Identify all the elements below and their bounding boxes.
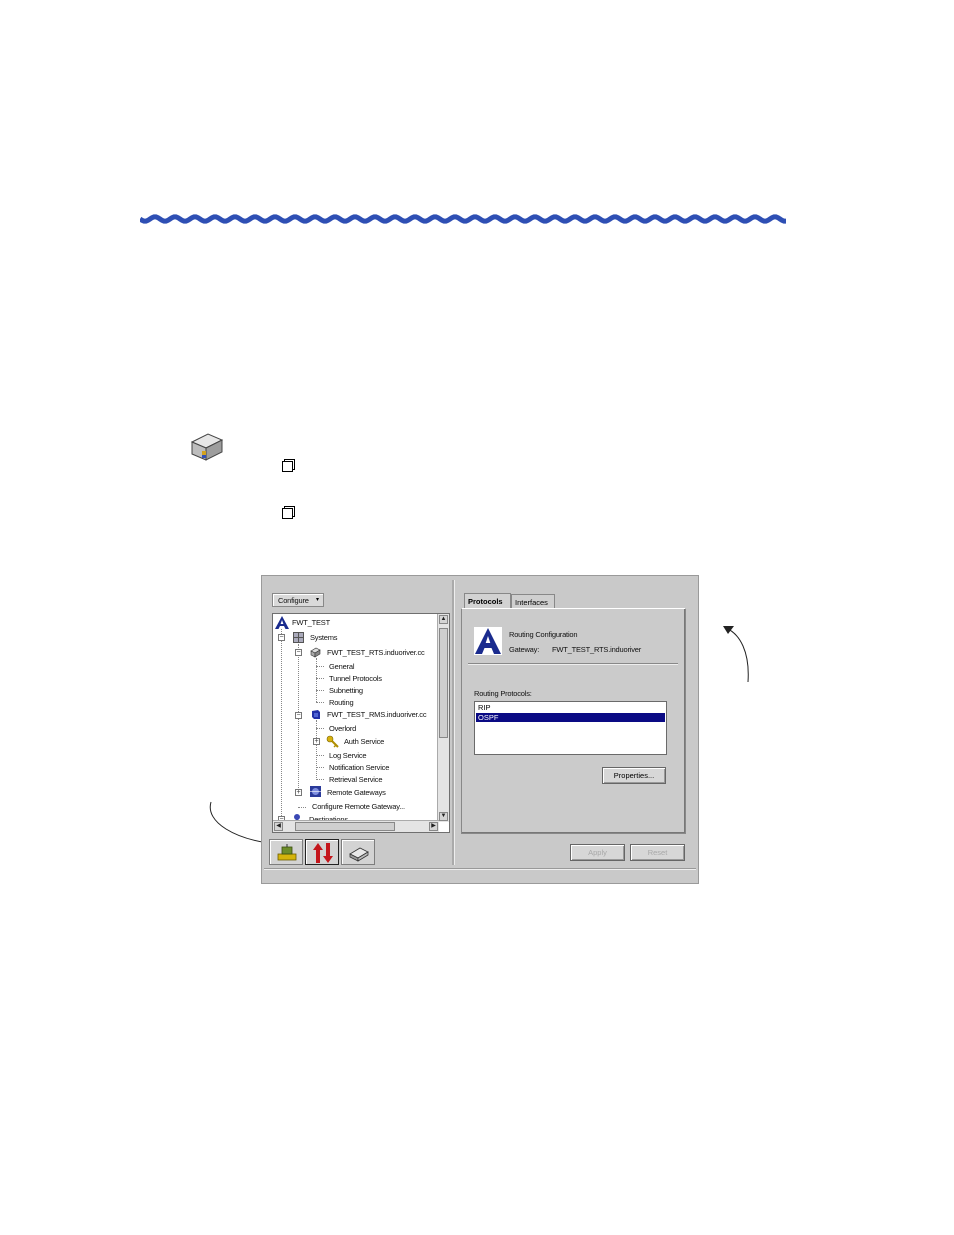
left-pane: Configure ▾ FWT_TEST − Systems − FWT_TES… <box>265 581 451 867</box>
screenshot-window: Configure ▾ FWT_TEST − Systems − FWT_TES… <box>261 575 699 884</box>
tab-label: Protocols <box>468 597 503 606</box>
gateway-label: Gateway: <box>509 645 540 654</box>
tree-item[interactable]: Subnetting <box>329 686 363 695</box>
reset-button[interactable]: Reset <box>630 844 685 861</box>
collapse-icon[interactable]: − <box>295 712 302 719</box>
wavy-rule <box>140 214 786 224</box>
server-icon <box>312 710 320 719</box>
gateway-margin-icon <box>190 433 224 461</box>
view-toolbar <box>269 839 383 867</box>
tree-item[interactable]: Routing <box>329 698 354 707</box>
gateway-icon <box>310 647 321 658</box>
tree-item[interactable]: Overlord <box>329 724 356 733</box>
tree-horizontal-scrollbar[interactable]: ◀ ▶ <box>273 820 439 832</box>
keys-icon <box>326 735 339 748</box>
collapse-icon[interactable]: − <box>278 634 285 641</box>
collapse-icon[interactable]: − <box>295 649 302 656</box>
tab-label: Interfaces <box>515 598 548 607</box>
list-item-selected[interactable]: OSPF <box>476 713 665 722</box>
tree-item[interactable]: General <box>329 662 354 671</box>
book-tool-button[interactable] <box>341 839 375 865</box>
expand-icon[interactable]: + <box>295 789 302 796</box>
traffic-tool-button[interactable] <box>305 839 339 865</box>
book-icon <box>349 847 369 862</box>
tree-item[interactable]: Configure Remote Gateway... <box>312 802 405 811</box>
expand-icon[interactable]: + <box>313 738 320 745</box>
tree-vertical-scrollbar[interactable]: ▲ ▼ <box>437 614 449 822</box>
status-bar <box>264 868 696 882</box>
configure-label: Configure <box>278 596 309 605</box>
tree-item[interactable]: Systems <box>310 633 338 642</box>
scroll-down-icon[interactable]: ▼ <box>439 812 448 821</box>
list-item[interactable]: RIP <box>476 703 665 712</box>
tree-item[interactable]: Auth Service <box>344 737 384 746</box>
tree-item[interactable]: FWT_TEST <box>292 618 330 627</box>
tab-interfaces[interactable]: Interfaces <box>511 594 555 609</box>
tree-item[interactable]: FWT_TEST_RTS.induoriver.cc <box>327 648 425 657</box>
network-tool-button[interactable] <box>269 839 303 865</box>
pane-splitter[interactable] <box>452 580 455 865</box>
tree-item[interactable]: Log Service <box>329 751 367 760</box>
network-tool-icon <box>277 844 297 861</box>
a-logo-icon <box>474 627 502 655</box>
tree-item[interactable]: Retrieval Service <box>329 775 382 784</box>
tree-item[interactable]: Notification Service <box>329 763 389 772</box>
gateway-value: FWT_TEST_RTS.induoriver <box>552 645 642 654</box>
tree-item[interactable]: FWT_TEST_RMS.induoriver.cc <box>327 710 427 719</box>
scroll-thumb[interactable] <box>295 822 395 831</box>
remote-gateways-icon <box>310 786 321 797</box>
tab-protocols[interactable]: Protocols <box>464 593 511 609</box>
bullet-checkbox <box>282 508 293 519</box>
properties-button[interactable]: Properties... <box>602 767 666 784</box>
tree-item[interactable]: Remote Gateways <box>327 788 386 797</box>
a-logo-icon <box>275 616 289 629</box>
callout-arrow-right <box>723 626 749 683</box>
scroll-left-icon[interactable]: ◀ <box>274 822 283 831</box>
tree-item[interactable]: Tunnel Protocols <box>329 674 382 683</box>
routing-protocols-label: Routing Protocols: <box>474 689 532 698</box>
routing-protocols-list[interactable]: RIP OSPF <box>474 701 667 755</box>
scroll-right-icon[interactable]: ▶ <box>429 822 438 831</box>
bullet-checkbox <box>282 461 293 472</box>
configure-menu-button[interactable]: Configure ▾ <box>272 593 324 607</box>
scroll-up-icon[interactable]: ▲ <box>439 615 448 624</box>
dropdown-arrow-icon: ▾ <box>316 597 320 603</box>
header-divider <box>468 663 678 665</box>
config-tree: FWT_TEST − Systems − FWT_TEST_RTS.induor… <box>272 613 450 833</box>
scroll-thumb[interactable] <box>439 628 448 738</box>
systems-grid-icon <box>293 632 304 643</box>
traffic-arrows-icon <box>313 843 333 863</box>
apply-button[interactable]: Apply <box>570 844 625 861</box>
routing-config-title: Routing Configuration <box>509 630 578 639</box>
